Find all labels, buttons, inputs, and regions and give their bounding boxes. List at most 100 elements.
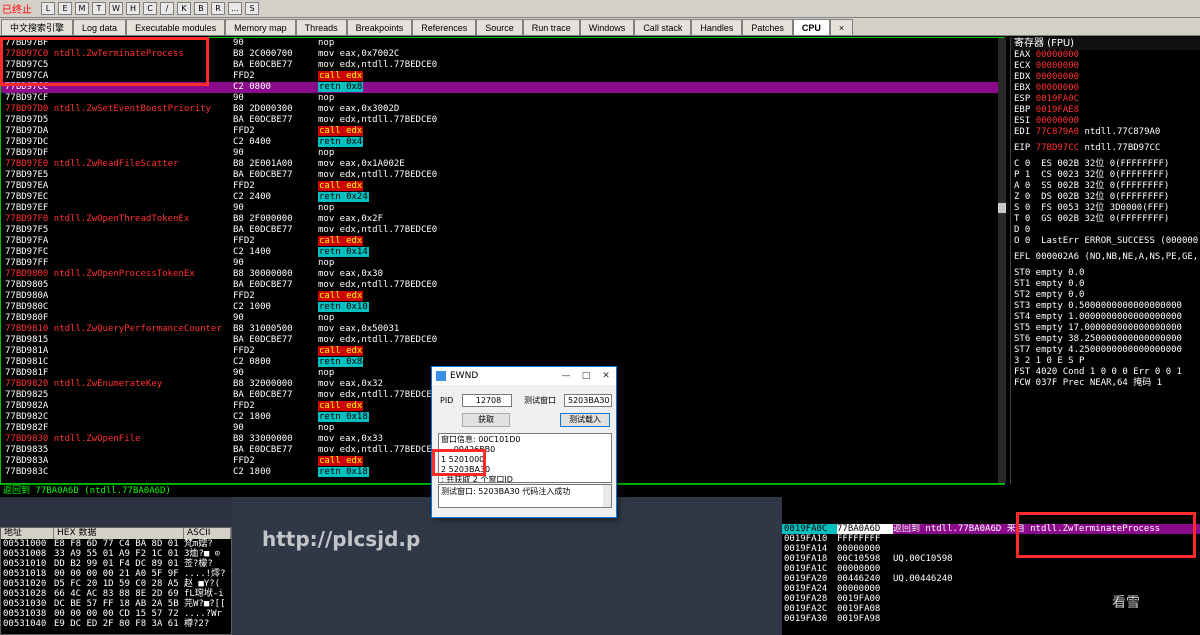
disasm-row[interactable]: 77BD9800 ntdll.ZwOpenProcessTokenEx B8 30… xyxy=(1,269,1004,280)
tab-3[interactable]: Memory map xyxy=(225,19,296,35)
flag-row[interactable]: D 0 xyxy=(1011,225,1200,236)
fpu-row[interactable]: ST5 empty 17.000000000000000000 xyxy=(1011,323,1200,334)
tab-1[interactable]: Log data xyxy=(73,19,127,35)
tab-4[interactable]: Threads xyxy=(295,19,347,35)
disasm-row[interactable]: 77BD97FF 90 nop xyxy=(1,258,1004,269)
dump-row[interactable]: 00531008 33 A9 55 01 A9 F2 1C 01 3烅?■ ⊙ xyxy=(1,549,231,559)
flag-row[interactable]: P 1 CS 0023 32位 0(FFFFFFFF) xyxy=(1011,170,1200,181)
disasm-row[interactable]: 77BD97EF 90 nop xyxy=(1,203,1004,214)
tab-7[interactable]: Source xyxy=(476,19,523,35)
stack-row[interactable]: 0019FA20 00446240 UQ.00446240 xyxy=(782,574,1200,584)
memory-dump-pane[interactable]: 地址 HEX 数据 ASCII 00531000 E8 F8 6D 77 C4 B… xyxy=(0,527,232,635)
disasm-row[interactable]: 77BD97DA FFD2 call edx xyxy=(1,126,1004,137)
disasm-row[interactable]: 77BD97F5 BA E0DCBE77 mov edx,ntdll.77BEDC… xyxy=(1,225,1004,236)
flag-row[interactable]: T 0 GS 002B 32位 0(FFFFFFFF) xyxy=(1011,214,1200,225)
tab-2[interactable]: Executable modules xyxy=(126,19,226,35)
test-load-button[interactable]: 测试载入 xyxy=(560,413,610,427)
tab-12[interactable]: Patches xyxy=(742,19,793,35)
dump-row[interactable]: 00531040 E9 DC ED 2F 80 F8 3A 61 樽?2? xyxy=(1,619,231,629)
tab-13[interactable]: CPU xyxy=(792,19,830,35)
fpu-row[interactable]: ST4 empty 1.0000000000000000000 xyxy=(1011,312,1200,323)
toolbar-button[interactable]: C xyxy=(143,2,157,15)
register-eip[interactable]: EIP 77BD97CC ntdll.77BD97CC xyxy=(1011,143,1200,154)
registers-pane[interactable]: 寄存器 (FPU) EAX 00000000 ECX 00000000 EDX … xyxy=(1010,37,1200,484)
toolbar-button[interactable]: K xyxy=(177,2,191,15)
tab-9[interactable]: Windows xyxy=(579,19,635,35)
minimize-icon[interactable]: — xyxy=(556,371,576,381)
dump-row[interactable]: 00531000 E8 F8 6D 77 C4 BA 8D 01 梵m嬬? xyxy=(1,539,231,549)
disassembly-scrollbar[interactable] xyxy=(998,38,1006,483)
fpu-row[interactable]: ST6 empty 38.250000000000000000 xyxy=(1011,334,1200,345)
stack-row[interactable]: 0019FA30 0019FA98 xyxy=(782,614,1200,624)
tab-11[interactable]: Handles xyxy=(691,19,743,35)
toolbar-button[interactable]: T xyxy=(92,2,106,15)
disasm-row[interactable]: 77BD97DC C2 0400 retn 0x4 xyxy=(1,137,1004,148)
register-row[interactable]: EBX 00000000 xyxy=(1011,83,1200,94)
get-button[interactable]: 获取 xyxy=(462,413,510,427)
disasm-row[interactable]: 77BD97EA FFD2 call edx xyxy=(1,181,1004,192)
fpu-row[interactable]: ST3 empty 0.5000000000000000000 xyxy=(1011,301,1200,312)
dump-col-addr[interactable]: 地址 xyxy=(1,528,54,539)
disasm-row[interactable]: 77BD980C C2 1000 retn 0x10 xyxy=(1,302,1004,313)
fpu-row[interactable]: ST1 empty 0.0 xyxy=(1011,279,1200,290)
flag-row[interactable]: C 0 ES 002B 32位 0(FFFFFFFF) xyxy=(1011,159,1200,170)
fpu-row[interactable]: ST2 empty 0.0 xyxy=(1011,290,1200,301)
tab-10[interactable]: Call stack xyxy=(634,19,692,35)
flag-row[interactable]: Z 0 DS 002B 32位 0(FFFFFFFF) xyxy=(1011,192,1200,203)
tab-0[interactable]: 中文搜索引擎 xyxy=(1,19,74,35)
dump-col-hex[interactable]: HEX 数据 xyxy=(54,528,184,539)
register-row[interactable]: EDX 00000000 xyxy=(1011,72,1200,83)
toolbar-button[interactable]: S xyxy=(245,2,259,15)
toolbar-button[interactable]: M xyxy=(75,2,89,15)
pid-input[interactable]: 12708 xyxy=(462,393,512,407)
efl-row[interactable]: EFL 000002A6 (NO,NB,NE,A,NS,PE,GE, xyxy=(1011,252,1200,263)
dump-row[interactable]: 00531028 66 4C AC 83 88 8E 2D 69 fL瑺垘-i xyxy=(1,589,231,599)
disasm-row[interactable]: 77BD97EC C2 2400 retn 0x24 xyxy=(1,192,1004,203)
dialog-titlebar[interactable]: EWND — □ ✕ xyxy=(432,367,616,385)
dump-row[interactable]: 00531038 00 00 00 00 CD 15 57 72 ....?Wr xyxy=(1,609,231,619)
tab-5[interactable]: Breakpoints xyxy=(346,19,413,35)
maximize-icon[interactable]: □ xyxy=(576,371,596,381)
disasm-row[interactable]: 77BD97FC C2 1400 retn 0x14 xyxy=(1,247,1004,258)
register-row[interactable]: EAX 00000000 xyxy=(1011,50,1200,61)
disasm-row[interactable]: 77BD980A FFD2 call edx xyxy=(1,291,1004,302)
scrollbar-thumb[interactable] xyxy=(998,203,1006,213)
disasm-row[interactable]: 77BD9810 ntdll.ZwQueryPerformanceCounter… xyxy=(1,324,1004,335)
flag-row[interactable]: O 0 LastErr ERROR_SUCCESS (000000 xyxy=(1011,236,1200,247)
status-scrollbar[interactable] xyxy=(603,485,611,507)
stack-row[interactable]: 0019FA1C 00000000 xyxy=(782,564,1200,574)
close-icon[interactable]: ✕ xyxy=(596,371,616,381)
dump-row[interactable]: 00531030 DC BE 57 FF 18 AB 2A 5B 芫W?■?[[ xyxy=(1,599,231,609)
fcw-row[interactable]: FCW 037F Prec NEAR,64 掩码 1 xyxy=(1011,378,1200,389)
register-row[interactable]: ESP 0019FA0C xyxy=(1011,94,1200,105)
fst-row[interactable]: FST 4020 Cond 1 0 0 0 Err 0 0 1 xyxy=(1011,367,1200,378)
tab-14[interactable]: × xyxy=(829,19,854,35)
toolbar-button[interactable]: H xyxy=(126,2,140,15)
dump-col-ascii[interactable]: ASCII xyxy=(184,528,231,539)
register-row[interactable]: ECX 00000000 xyxy=(1011,61,1200,72)
toolbar-button[interactable]: B xyxy=(194,2,208,15)
fpu-row[interactable]: ST7 empty 4.2500000000000000000 xyxy=(1011,345,1200,356)
dump-row[interactable]: 00531018 00 00 00 00 21 A0 5F 9F ....!燯? xyxy=(1,569,231,579)
dump-row[interactable]: 00531010 DD B2 99 01 F4 DC 89 01 莶?檬? xyxy=(1,559,231,569)
toolbar-button[interactable]: / xyxy=(160,2,174,15)
disasm-row[interactable]: 77BD97CF 90 nop xyxy=(1,93,1004,104)
flag-row[interactable]: S 0 FS 0053 32位 3D0000(FFF) xyxy=(1011,203,1200,214)
toolbar-button[interactable]: E xyxy=(58,2,72,15)
disasm-row[interactable]: 77BD97D0 ntdll.ZwSetEventBoostPriority B8… xyxy=(1,104,1004,115)
fpu-row[interactable]: ST0 empty 0.0 xyxy=(1011,268,1200,279)
disasm-row[interactable]: 77BD9815 BA E0DCBE77 mov edx,ntdll.77BEDC… xyxy=(1,335,1004,346)
disasm-row[interactable]: 77BD97FA FFD2 call edx xyxy=(1,236,1004,247)
disasm-row[interactable]: 77BD97DF 90 nop xyxy=(1,148,1004,159)
disasm-row[interactable]: 77BD97D5 BA E0DCBE77 mov edx,ntdll.77BEDC… xyxy=(1,115,1004,126)
disasm-row[interactable]: 77BD97F0 ntdll.ZwOpenThreadTokenEx B8 2F0… xyxy=(1,214,1004,225)
disasm-row[interactable]: 77BD981A FFD2 call edx xyxy=(1,346,1004,357)
toolbar-button[interactable]: W xyxy=(109,2,123,15)
disasm-row[interactable]: 77BD97E0 ntdll.ZwReadFileScatter B8 2E001… xyxy=(1,159,1004,170)
register-row[interactable]: EDI 77C879A0 ntdll.77C879A0 xyxy=(1011,127,1200,138)
toolbar-button[interactable]: R xyxy=(211,2,225,15)
register-row[interactable]: ESI 00000000 xyxy=(1011,116,1200,127)
tab-6[interactable]: References xyxy=(412,19,477,35)
disasm-row[interactable]: 77BD980F 90 nop xyxy=(1,313,1004,324)
tab-8[interactable]: Run trace xyxy=(522,19,580,35)
